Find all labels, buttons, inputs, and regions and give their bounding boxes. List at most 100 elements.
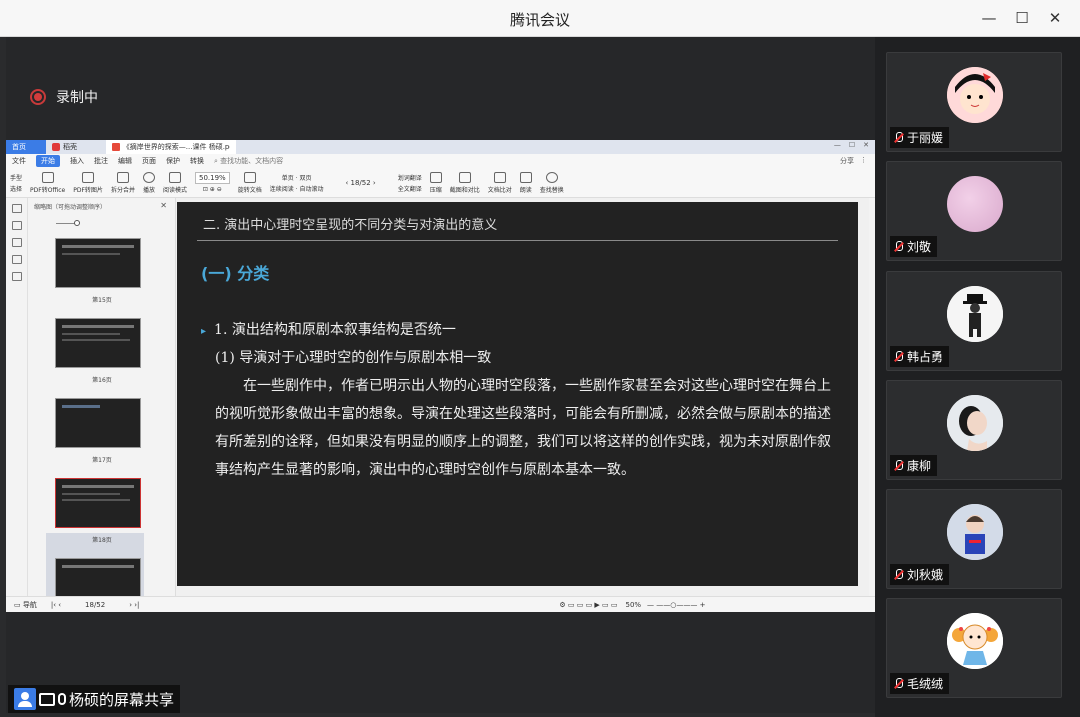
participant-tile[interactable]: 刘敬 bbox=[886, 161, 1062, 261]
point-1-text: 1. 演出结构和原剧本叙事结构是否统一 bbox=[214, 322, 456, 338]
page-prev[interactable]: |‹ ‹ bbox=[51, 601, 61, 609]
docer-icon bbox=[52, 143, 60, 151]
window-min-icon[interactable]: — bbox=[834, 141, 841, 149]
attachment-icon[interactable] bbox=[11, 255, 22, 264]
maximize-button[interactable]: ☐ bbox=[1010, 7, 1034, 29]
thumbnail-size-slider[interactable] bbox=[36, 217, 167, 229]
pdf2office-button[interactable]: PDF转Office bbox=[30, 171, 65, 194]
read-aloud-button[interactable]: 朗读 bbox=[519, 171, 532, 194]
merge-button[interactable]: 拆分合并 bbox=[111, 171, 135, 194]
menu-insert[interactable]: 插入 bbox=[70, 156, 84, 166]
participant-name: 康柳 bbox=[907, 459, 932, 473]
wps-ribbon: 手型 选择 PDF转Office PDF转图片 拆分合并 播放 阅读模式 50.1… bbox=[6, 168, 875, 198]
close-thumbnails-icon[interactable]: ✕ bbox=[160, 201, 167, 210]
hand-label: 手型 bbox=[10, 174, 23, 182]
status-page[interactable]: 18/52 bbox=[85, 601, 105, 609]
thumbnail-label: 第16页 bbox=[92, 377, 112, 384]
slider-knob[interactable] bbox=[74, 220, 80, 226]
participant-tile[interactable]: 刘秋娥 bbox=[886, 489, 1062, 589]
thumb-line bbox=[62, 339, 130, 341]
side-toolstrip bbox=[6, 198, 28, 598]
screenshot-button[interactable]: 截图和对比 bbox=[450, 171, 480, 194]
minimize-button[interactable]: — bbox=[977, 7, 1001, 29]
view-single[interactable]: 单页 · 双页 bbox=[282, 173, 312, 182]
compress-button[interactable]: 压缩 bbox=[429, 171, 442, 194]
play-button[interactable]: 播放 bbox=[142, 171, 155, 194]
slide-heading: 二. 演出中心理时空呈现的不同分类与对演出的意义 bbox=[203, 218, 498, 233]
participant-tile[interactable]: 毛绒绒 bbox=[886, 598, 1062, 698]
girl-photo-icon bbox=[947, 504, 1003, 560]
thumbnail-page-19[interactable] bbox=[55, 558, 141, 596]
thumbnail-page-18[interactable] bbox=[55, 478, 141, 528]
find-button[interactable]: 查找替换 bbox=[539, 171, 564, 194]
participant-name-tag: 毛绒绒 bbox=[890, 673, 950, 694]
avatar bbox=[947, 504, 1003, 560]
menu-start[interactable]: 开始 bbox=[36, 155, 60, 167]
window-restore-icon[interactable]: ☐ bbox=[849, 141, 855, 149]
translate-button[interactable]: 划词翻译 全文翻译 bbox=[398, 173, 422, 193]
tab-document-label: 《摘岸世界的探索—...课件 杨硕.pdf bbox=[122, 143, 230, 151]
page-navigator[interactable]: ‹ 18/52 › bbox=[331, 179, 389, 187]
status-zoom[interactable]: 50% bbox=[625, 601, 641, 609]
tab-document[interactable]: 《摘岸世界的探索—...课件 杨硕.pdf bbox=[106, 140, 236, 154]
menu-comment[interactable]: 批注 bbox=[94, 156, 108, 166]
slide-point-1: ▸ 1. 演出结构和原剧本叙事结构是否统一 bbox=[201, 319, 456, 339]
menu-protect[interactable]: 保护 bbox=[166, 156, 180, 166]
pdf2img-button[interactable]: PDF转图片 bbox=[73, 171, 103, 194]
nav-label: 导航 bbox=[22, 600, 37, 609]
menu-edit[interactable]: 编辑 bbox=[118, 156, 132, 166]
thumb-line bbox=[62, 253, 120, 255]
read-aloud-icon bbox=[519, 171, 532, 183]
wps-statusbar: ▭ 导航 |‹ ‹ 18/52 › ›| ⚙ ▭ ▭ ▭ ▶ ▭ ▭ 50% —… bbox=[6, 596, 875, 612]
thumb-line bbox=[62, 493, 120, 495]
window-controls: — ☐ ✕ bbox=[834, 141, 869, 149]
rotate-button[interactable]: 旋转文档 bbox=[238, 171, 262, 194]
screen-share-indicator[interactable]: 杨硕的屏幕共享 bbox=[8, 685, 181, 713]
view-icons[interactable]: ⚙ ▭ ▭ ▭ ▶ ▭ ▭ bbox=[559, 601, 617, 609]
zoom-slider[interactable]: — ——○——— + bbox=[647, 601, 705, 609]
page-arrows[interactable]: ‹ 18/52 › bbox=[345, 179, 375, 187]
find-label: 查找替换 bbox=[539, 186, 564, 194]
signature-icon[interactable] bbox=[11, 272, 22, 281]
nav-toggle[interactable]: ▭ 导航 bbox=[14, 600, 37, 610]
zoom-control[interactable]: 50.19% ⊡ ⊕ ⊖ bbox=[194, 172, 230, 193]
comment-icon[interactable] bbox=[11, 238, 22, 247]
tab-docer[interactable]: 稻壳 bbox=[46, 140, 106, 154]
zoom-value[interactable]: 50.19% bbox=[194, 172, 230, 184]
participant-tile[interactable]: 韩占勇 bbox=[886, 271, 1062, 371]
menu-page[interactable]: 页面 bbox=[142, 156, 156, 166]
mic-muted-icon bbox=[894, 350, 903, 363]
more-icon[interactable]: ⋮ bbox=[860, 156, 867, 166]
window-titlebar: 腾讯会议 — ☐ ✕ bbox=[0, 0, 1080, 37]
window-close-icon[interactable]: ✕ bbox=[863, 141, 869, 149]
window-title: 腾讯会议 bbox=[509, 11, 570, 29]
bookmark-icon[interactable] bbox=[11, 204, 22, 213]
menu-file[interactable]: 文件 bbox=[12, 156, 26, 166]
thumbnail-panel: 缩略图（可拖动调整顺序） ✕ 第15页 第16页 第17页 第18页 bbox=[28, 198, 176, 596]
thumbnail-page-16[interactable] bbox=[55, 318, 141, 368]
thumbnail-page-17[interactable] bbox=[55, 398, 141, 448]
avatar bbox=[947, 286, 1003, 342]
avatar bbox=[947, 67, 1003, 123]
participant-tile[interactable]: 康柳 bbox=[886, 380, 1062, 480]
rotate-icon bbox=[243, 171, 256, 183]
view-mode[interactable]: 单页 · 双页 连续阅读 · 自动滚动 bbox=[270, 173, 324, 193]
read-mode-button[interactable]: 阅读模式 bbox=[163, 171, 187, 194]
compare-button[interactable]: 文档比对 bbox=[488, 171, 512, 194]
slide-divider bbox=[197, 240, 838, 241]
hand-tool[interactable]: 手型 选择 bbox=[10, 173, 22, 193]
close-button[interactable]: ✕ bbox=[1043, 7, 1067, 29]
single-label: 单页 bbox=[281, 174, 294, 182]
page-next[interactable]: › ›| bbox=[129, 601, 139, 609]
participant-panel: 于丽媛 刘敬 韩占勇 康柳 刘秋娥 毛绒绒 bbox=[875, 37, 1080, 717]
participant-tile[interactable]: 于丽媛 bbox=[886, 52, 1062, 152]
menu-convert[interactable]: 转换 bbox=[190, 156, 204, 166]
recording-indicator[interactable]: 录制中 bbox=[30, 87, 98, 107]
slide-page: 二. 演出中心理时空呈现的不同分类与对演出的意义 (一) 分类 ▸ 1. 演出结构… bbox=[177, 202, 858, 586]
tab-home[interactable]: 首页 bbox=[6, 140, 46, 154]
share-button[interactable]: 分享 bbox=[840, 156, 854, 166]
thumbnail-page-15[interactable] bbox=[55, 238, 141, 288]
search-box[interactable]: ⌕ 查找功能、文档内容 bbox=[214, 156, 283, 166]
mic-muted-icon bbox=[894, 459, 903, 472]
thumbnail-icon[interactable] bbox=[11, 221, 22, 230]
